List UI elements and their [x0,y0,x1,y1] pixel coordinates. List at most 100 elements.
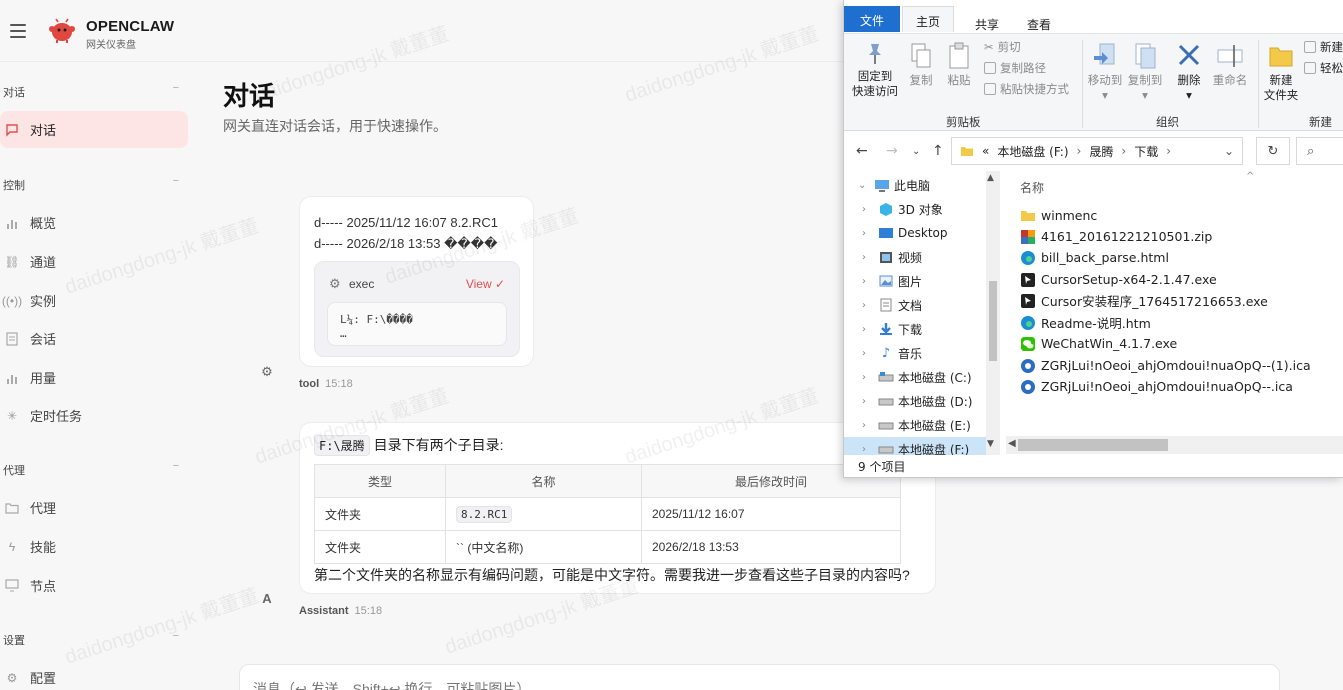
address-overflow[interactable]: « [982,144,989,158]
paste-button[interactable]: 粘贴 [942,42,976,88]
chevron-right-icon[interactable]: › [862,228,876,239]
ribbon-divider [1082,40,1083,128]
breadcrumb-separator[interactable]: › [1121,144,1126,158]
assistant-avatar: A [262,590,272,606]
breadcrumb-separator[interactable]: › [1077,144,1082,158]
file-item[interactable]: winmenc [1020,205,1097,226]
copy-button[interactable]: 复制 [904,42,938,88]
sidebar-item-usage[interactable]: 用量 [0,359,188,396]
chevron-right-icon[interactable]: › [862,276,876,287]
nav-section-agent[interactable]: 代理 − [3,460,183,478]
new-item-icon [1304,41,1316,53]
tree-item-drive-d[interactable]: › 本地磁盘 (D:) [844,389,986,413]
sidebar-item-chat[interactable]: 对话 [0,111,188,148]
paste-shortcut-button[interactable]: 粘贴快捷方式 [984,81,1069,97]
file-item[interactable]: bill_back_parse.html [1020,247,1169,268]
sidebar-item-overview[interactable]: 概览 [0,204,188,241]
chevron-right-icon[interactable]: › [862,444,876,455]
tree-item-downloads[interactable]: › 下载 [844,317,986,341]
delete-button[interactable]: 删除 ▾ [1174,42,1204,103]
breadcrumb-part[interactable]: 下载 [1134,143,1158,160]
column-header-name[interactable]: 名称 [1020,179,1044,196]
up-arrow-icon[interactable]: ↑ [932,143,944,159]
chevron-right-icon[interactable]: › [862,204,876,215]
sidebar-item-sessions[interactable]: 会话 [0,320,188,357]
recent-locations-chevron-icon[interactable]: ⌄ [912,146,920,157]
file-list-horizontal-scrollbar[interactable]: ◀ [1006,436,1343,454]
file-item[interactable]: WeChatWin_4.1.7.exe [1020,333,1177,354]
file-item[interactable]: Readme-说明.htm [1020,312,1151,333]
scroll-left-icon[interactable]: ◀ [1008,438,1016,449]
tree-item-3d-objects[interactable]: › 3D 对象 [844,197,986,221]
scrollbar-thumb[interactable] [1018,439,1168,451]
file-item[interactable]: 4161_20161221210501.zip [1020,226,1212,247]
pin-quick-access-button[interactable]: 固定到 快速访问 [850,42,900,99]
tree-item-drive-c[interactable]: › 本地磁盘 (C:) [844,365,986,389]
scrollbar-thumb[interactable] [989,281,997,361]
nav-section-settings[interactable]: 设置 − [3,630,183,648]
chevron-right-icon[interactable]: › [862,396,876,407]
menu-icon[interactable] [10,24,26,38]
breadcrumb-separator[interactable]: › [1166,144,1171,158]
search-input[interactable]: ⌕ [1296,137,1343,165]
file-item[interactable]: CursorSetup-x64-2.1.47.exe [1020,269,1217,290]
chevron-right-icon[interactable]: › [862,420,876,431]
sidebar-item-nodes[interactable]: 节点 [0,567,188,604]
move-to-button[interactable]: 移动到 ▾ [1086,42,1124,103]
directory-table: 类型 名称 最后修改时间 文件夹 8.2.RC1 2025/11/12 16:0… [314,464,901,564]
refresh-icon[interactable]: ↻ [1256,137,1290,165]
new-item-button[interactable]: 新建 [1304,39,1343,55]
chevron-right-icon[interactable]: › [862,324,876,335]
chevron-down-icon[interactable]: ⌄ [858,180,872,191]
rename-button[interactable]: 重命名 [1210,42,1250,88]
message-input[interactable]: 消息（↩ 发送，Shift+↩ 换行，可粘贴图片） [239,664,1280,690]
forward-arrow-icon[interactable]: → [886,143,898,159]
address-dropdown-chevron-icon[interactable]: ⌄ [1224,144,1234,158]
sidebar-item-agents[interactable]: 代理 [0,489,188,526]
scroll-down-icon[interactable]: ▼ [987,439,994,449]
tree-item-videos[interactable]: › 视频 [844,245,986,269]
copy-path-button[interactable]: 复制路径 [984,60,1046,76]
tree-item-this-pc[interactable]: ⌄ 此电脑 [844,173,986,197]
copy-to-button[interactable]: 复制到 ▾ [1126,42,1164,103]
tree-item-desktop[interactable]: › Desktop [844,221,986,245]
back-arrow-icon[interactable]: ← [856,143,868,159]
breadcrumb-part[interactable]: 本地磁盘 (F:) [997,143,1068,160]
cut-button[interactable]: ✂ 剪切 [984,39,1021,55]
exec-output-line: … [340,327,347,340]
tool-output-line: d----- 2026/2/18 13:53 ���� [314,236,498,251]
file-item[interactable]: Cursor安装程序_1764517216653.exe [1020,290,1268,311]
sidebar-item-channels[interactable]: ⛓ 通道 [0,243,188,280]
nav-section-chat[interactable]: 对话 − [3,82,183,100]
chevron-right-icon[interactable]: › [862,252,876,263]
tree-item-pictures[interactable]: › 图片 [844,269,986,293]
new-folder-button[interactable]: 新建 文件夹 [1262,42,1300,103]
chevron-right-icon[interactable]: › [862,300,876,311]
sidebar-item-instances[interactable]: ((•)) 实例 [0,282,188,319]
easy-access-button[interactable]: 轻松 [1304,60,1343,76]
table-cell: 2025/11/12 16:07 [641,497,901,531]
tree-item-drive-e[interactable]: › 本地磁盘 (E:) [844,413,986,437]
item-count: 9 个项目 [858,460,906,474]
tab-file[interactable]: 文件 [844,6,900,32]
chevron-right-icon[interactable]: › [862,348,876,359]
new-folder-icon [1269,47,1293,67]
file-item[interactable]: ZGRjLui!nOeoi_ahjOmdoui!nuaOpQ--(1).ica [1020,355,1311,376]
address-bar[interactable]: « 本地磁盘 (F:) › 晟腾 › 下载 › ⌄ [951,137,1243,165]
sidebar-item-cron[interactable]: ✳ 定时任务 [0,397,188,434]
tree-item-documents[interactable]: › 文档 [844,293,986,317]
view-button[interactable]: View ✓ [466,277,505,291]
sidebar-item-config[interactable]: ⚙ 配置 [0,659,188,690]
chevron-right-icon[interactable]: › [862,372,876,383]
breadcrumb-part[interactable]: 晟腾 [1089,143,1113,160]
nav-section-control[interactable]: 控制 − [3,175,183,193]
message-time: 15:18 [325,378,353,390]
file-item[interactable]: ZGRjLui!nOeoi_ahjOmdoui!nuaOpQ--.ica [1020,376,1293,397]
tree-item-music[interactable]: › ♪ 音乐 [844,341,986,365]
edge-icon [1020,250,1036,266]
sidebar-item-skills[interactable]: ϟ 技能 [0,528,188,565]
sidebar-item-label: 实例 [30,294,57,309]
scroll-up-icon[interactable]: ▲ [987,173,994,183]
navigation-scrollbar[interactable]: ▲ ▼ [986,171,1000,455]
tab-home[interactable]: 主页 [902,6,954,32]
